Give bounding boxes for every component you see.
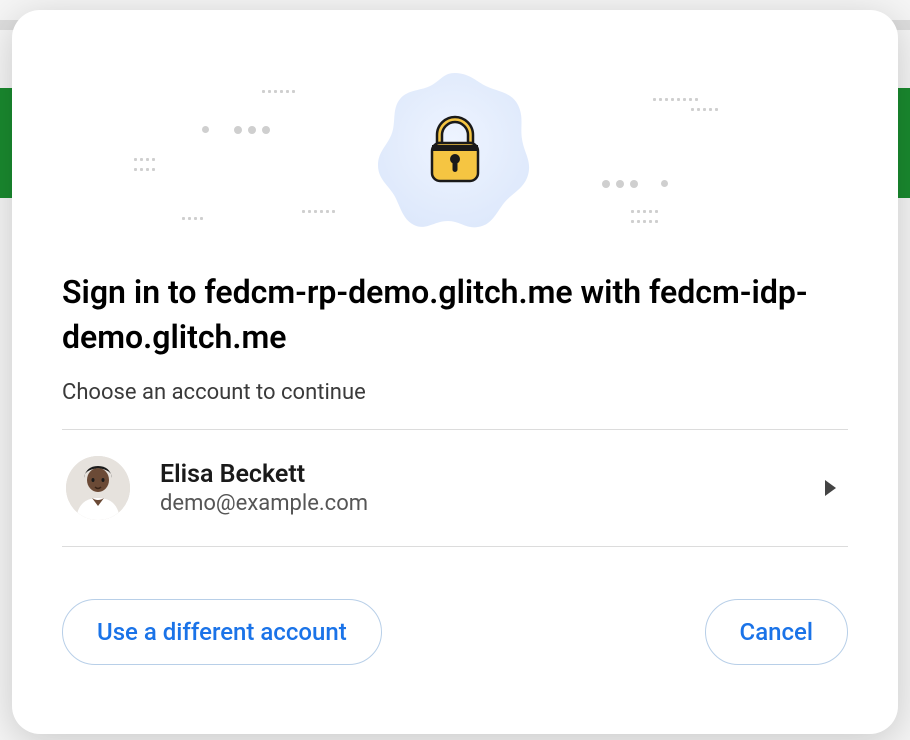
lock-icon <box>424 115 486 185</box>
divider <box>62 546 848 547</box>
hero-illustration <box>62 50 848 250</box>
decorative-dashes <box>134 158 155 161</box>
decorative-dashes <box>262 90 295 93</box>
dialog-actions: Use a different account Cancel <box>62 599 848 665</box>
decorative-dashes <box>182 217 203 220</box>
use-different-account-button[interactable]: Use a different account <box>62 599 382 665</box>
decorative-dashes <box>134 168 155 171</box>
decorative-dashes <box>631 220 658 223</box>
decorative-dashes <box>691 108 718 111</box>
dialog-title: Sign in to fedcm-rp-demo.glitch.me with … <box>62 270 848 360</box>
account-option[interactable]: Elisa Beckett demo@example.com <box>62 430 848 546</box>
chevron-right-icon <box>825 480 836 496</box>
account-email: demo@example.com <box>160 491 825 516</box>
decorative-dots <box>602 180 638 188</box>
signin-dialog: Sign in to fedcm-rp-demo.glitch.me with … <box>12 10 898 734</box>
account-name: Elisa Beckett <box>160 460 825 489</box>
account-info: Elisa Beckett demo@example.com <box>160 460 825 516</box>
decorative-dashes <box>631 210 658 213</box>
decorative-dots <box>202 126 209 133</box>
cancel-button[interactable]: Cancel <box>705 599 848 665</box>
user-avatar <box>66 456 130 520</box>
decorative-dots <box>661 180 668 187</box>
decorative-dots <box>234 126 270 134</box>
dialog-subtitle: Choose an account to continue <box>62 380 848 405</box>
decorative-dashes <box>302 210 335 213</box>
decorative-dashes <box>653 98 698 101</box>
lock-badge <box>370 65 540 235</box>
